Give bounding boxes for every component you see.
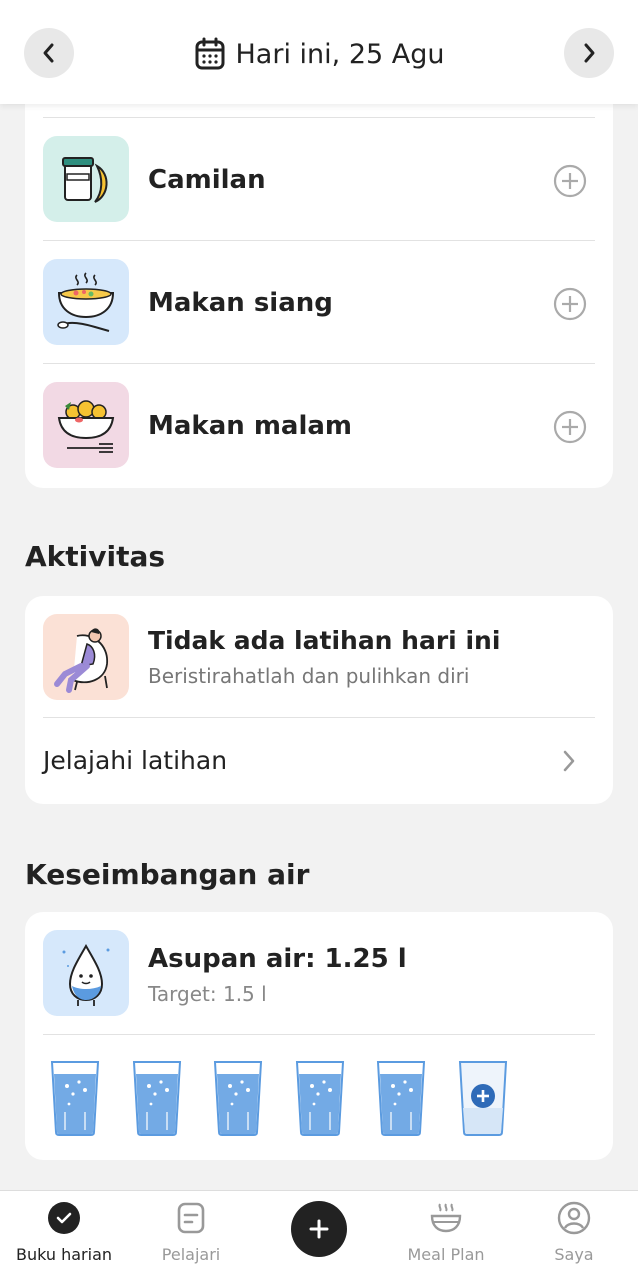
add-snack-button[interactable] (553, 164, 587, 198)
nav-label: Pelajari (161, 1245, 221, 1264)
activity-subtitle: Beristirahatlah dan pulihkan diri (148, 664, 470, 688)
date-selector[interactable]: Hari ini, 25 Agu (0, 32, 638, 76)
date-label: Hari ini, 25 Agu (235, 38, 445, 70)
nav-label: Buku harian (15, 1245, 113, 1264)
add-dinner-button[interactable] (553, 410, 587, 444)
bowl-icon (429, 1201, 463, 1235)
meal-label: Camilan (148, 165, 266, 195)
document-icon (174, 1201, 208, 1235)
top-bar: Hari ini, 25 Agu (0, 0, 638, 104)
bottom-navigation: Buku harian Pelajari Meal Plan Saya (0, 1190, 638, 1280)
nav-label: Meal Plan (407, 1245, 485, 1264)
divider (43, 240, 595, 241)
dinner-icon (43, 382, 129, 468)
meal-row-dinner[interactable]: Makan malam (25, 366, 613, 486)
divider (43, 117, 595, 118)
water-card: Asupan air: 1.25 l Target: 1.5 l (25, 912, 613, 1160)
water-glass-filled[interactable] (49, 1060, 101, 1136)
water-glass-filled[interactable] (375, 1060, 427, 1136)
water-glass-filled[interactable] (294, 1060, 346, 1136)
water-glass-filled[interactable] (212, 1060, 264, 1136)
nav-item-meal-plan[interactable]: Meal Plan (382, 1191, 510, 1280)
divider (43, 363, 595, 364)
nav-item-diary[interactable]: Buku harian (0, 1191, 128, 1280)
meal-row-snack[interactable]: Camilan (25, 120, 613, 240)
activity-card: Tidak ada latihan hari ini Beristirahatl… (25, 596, 613, 804)
water-intake-title: Asupan air: 1.25 l (148, 944, 407, 974)
next-day-button[interactable] (564, 28, 614, 78)
water-section-title: Keseimbangan air (25, 858, 310, 891)
water-target: Target: 1.5 l (148, 982, 267, 1006)
nav-label: Saya (554, 1245, 594, 1264)
meal-label: Makan siang (148, 288, 333, 318)
explore-workouts-link[interactable]: Jelajahi latihan (25, 718, 613, 804)
meal-row-lunch[interactable]: Makan siang (25, 243, 613, 363)
add-lunch-button[interactable] (553, 287, 587, 321)
check-circle-icon (47, 1201, 81, 1235)
lunch-icon (43, 259, 129, 345)
add-water-glass-button[interactable] (457, 1060, 509, 1136)
chevron-right-icon (563, 750, 575, 772)
explore-workouts-label: Jelajahi latihan (43, 746, 228, 775)
meals-card: Camilan Makan siang Makan malam (25, 60, 613, 488)
nav-item-profile[interactable]: Saya (510, 1191, 638, 1280)
nav-item-learn[interactable]: Pelajari (127, 1191, 255, 1280)
snack-icon (43, 136, 129, 222)
plus-icon (309, 1219, 329, 1239)
resting-person-icon (43, 614, 129, 700)
water-glass-filled[interactable] (131, 1060, 183, 1136)
divider (43, 1034, 595, 1035)
water-drop-icon (43, 930, 129, 1016)
profile-icon (557, 1201, 591, 1235)
chevron-right-icon (584, 43, 595, 63)
activity-title: Tidak ada latihan hari ini (148, 626, 501, 655)
add-entry-button[interactable] (291, 1201, 347, 1257)
activity-section-title: Aktivitas (25, 540, 166, 573)
meal-label: Makan malam (148, 411, 353, 441)
calendar-icon (195, 37, 224, 70)
